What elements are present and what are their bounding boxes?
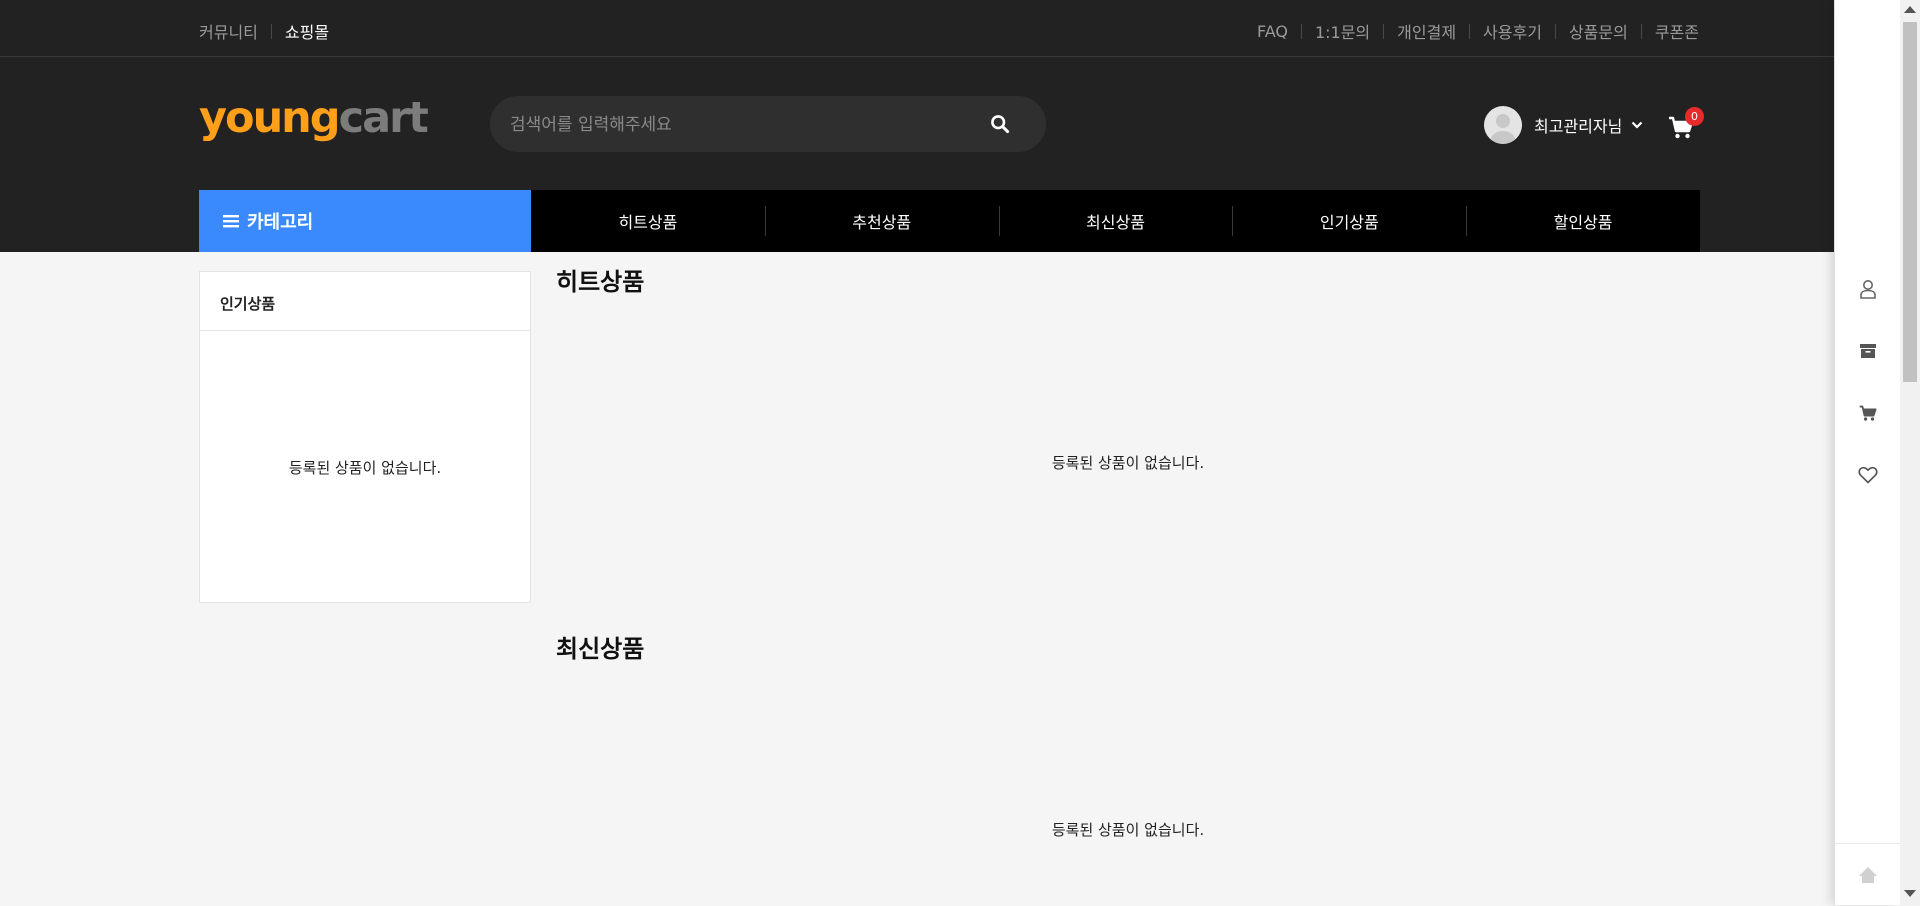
rail-cart-button[interactable] xyxy=(1855,400,1881,426)
search-button[interactable] xyxy=(986,110,1014,138)
sidebar-empty-message: 등록된 상품이 없습니다. xyxy=(288,459,442,477)
cart-button[interactable]: 0 xyxy=(1668,107,1704,140)
chevron-down-icon xyxy=(1632,121,1643,129)
personal-payment-link[interactable]: 개인결제 xyxy=(1397,19,1456,43)
community-link[interactable]: 커뮤니티 xyxy=(199,19,258,43)
section-title-hit: 히트상품 xyxy=(556,268,645,296)
scroll-up-arrow-icon[interactable] xyxy=(1904,6,1916,13)
scroll-to-top-button[interactable] xyxy=(1835,843,1901,906)
logo-part-cart: cart xyxy=(338,93,429,143)
rail-user-button[interactable] xyxy=(1855,276,1881,302)
scroll-down-arrow-icon[interactable] xyxy=(1904,890,1916,897)
user-icon xyxy=(1860,280,1876,299)
sidebar-title: 인기상품 xyxy=(200,272,530,331)
search-input[interactable] xyxy=(508,109,972,141)
popular-products-sidebar: 인기상품 등록된 상품이 없습니다. xyxy=(199,271,531,603)
nav-item-new[interactable]: 최신상품 xyxy=(998,190,1233,252)
divider xyxy=(1469,23,1471,39)
hamburger-icon xyxy=(223,215,239,228)
category-menu-button[interactable]: 카테고리 xyxy=(199,190,531,252)
search-icon xyxy=(991,115,1010,134)
arrow-up-icon xyxy=(1859,867,1877,883)
top-bar-right-nav: FAQ 1:1문의 개인결제 사용후기 상품문의 쿠폰존 xyxy=(1257,19,1699,43)
archive-icon xyxy=(1860,344,1876,358)
cart-count-badge: 0 xyxy=(1685,107,1704,126)
divider xyxy=(1300,23,1302,39)
nav-item-sale[interactable]: 할인상품 xyxy=(1466,190,1700,252)
rail-wishlist-button[interactable] xyxy=(1855,462,1881,488)
product-qna-link[interactable]: 상품문의 xyxy=(1569,19,1628,43)
category-label: 카테고리 xyxy=(247,212,314,233)
section-empty-message-hit: 등록된 상품이 없습니다. xyxy=(1051,454,1205,472)
avatar xyxy=(1484,106,1522,144)
nav-item-popular[interactable]: 인기상품 xyxy=(1232,190,1466,252)
site-logo[interactable]: youngcart xyxy=(199,92,429,144)
section-empty-message-new: 등록된 상품이 없습니다. xyxy=(1051,821,1205,839)
search-bar xyxy=(490,96,1046,152)
top-bar: 커뮤니티 쇼핑몰 FAQ 1:1문의 개인결제 사용후기 상품문의 쿠폰존 xyxy=(0,0,1834,57)
divider xyxy=(270,23,272,39)
section-title-new: 최신상품 xyxy=(556,635,645,663)
cart-icon xyxy=(1859,405,1877,421)
faq-link[interactable]: FAQ xyxy=(1257,22,1288,41)
reviews-link[interactable]: 사용후기 xyxy=(1483,19,1542,43)
nav-item-hit[interactable]: 히트상품 xyxy=(531,190,765,252)
divider xyxy=(1554,23,1556,39)
user-name: 최고관리자님 xyxy=(1534,117,1623,136)
heart-icon xyxy=(1858,466,1878,484)
divider xyxy=(1640,23,1642,39)
coupon-zone-link[interactable]: 쿠폰존 xyxy=(1655,19,1699,43)
top-bar-left-nav: 커뮤니티 쇼핑몰 xyxy=(199,19,329,43)
inquiry-link[interactable]: 1:1문의 xyxy=(1315,19,1370,43)
shopping-mall-link[interactable]: 쇼핑몰 xyxy=(285,19,329,43)
quick-menu-rail xyxy=(1834,0,1901,906)
site-header: 커뮤니티 쇼핑몰 FAQ 1:1문의 개인결제 사용후기 상품문의 쿠폰존 yo… xyxy=(0,0,1834,252)
user-menu[interactable]: 최고관리자님 xyxy=(1484,106,1643,144)
rail-archive-button[interactable] xyxy=(1855,338,1881,364)
avatar-silhouette-icon xyxy=(1491,114,1515,144)
nav-item-recommended[interactable]: 추천상품 xyxy=(764,190,999,252)
main-nav: 히트상품 추천상품 최신상품 인기상품 할인상품 xyxy=(531,190,1700,252)
page-scrollbar[interactable] xyxy=(1900,0,1920,905)
logo-part-young: young xyxy=(199,93,341,143)
scrollbar-thumb[interactable] xyxy=(1903,22,1917,382)
divider xyxy=(1383,23,1385,39)
